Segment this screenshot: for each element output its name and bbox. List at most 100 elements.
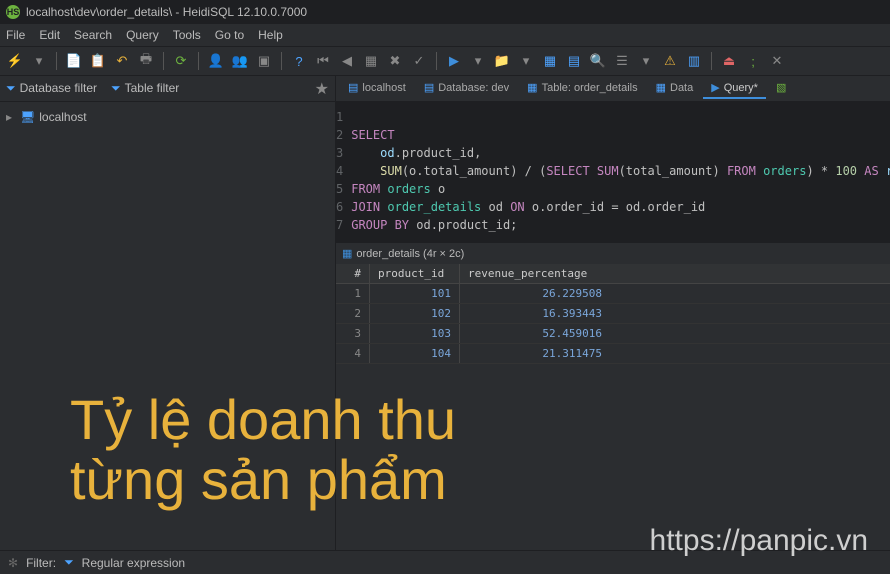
zoom-icon[interactable]: 🔍 bbox=[589, 52, 607, 70]
tab-database[interactable]: ▤Database: dev bbox=[416, 78, 517, 99]
db-icon: ▤ bbox=[424, 81, 434, 94]
close-icon[interactable]: ✕ bbox=[768, 52, 786, 70]
folder-icon[interactable]: 📁 bbox=[493, 52, 511, 70]
user-icon[interactable]: 👤 bbox=[207, 52, 225, 70]
data-icon: ▦ bbox=[656, 81, 666, 94]
tab-query[interactable]: ▶Query* bbox=[703, 78, 766, 99]
add-tab-icon: ▧ bbox=[776, 81, 786, 94]
cell-revenue[interactable]: 21.311475 bbox=[460, 344, 610, 363]
filter-bar: ⏷Database filter ⏷Table filter ★ bbox=[0, 76, 335, 102]
table-row[interactable]: 110126.229508 bbox=[336, 284, 890, 304]
window-icon[interactable]: ▣ bbox=[255, 52, 273, 70]
tab-new[interactable]: ▧ bbox=[768, 78, 794, 99]
menu-search[interactable]: Search bbox=[74, 28, 112, 42]
list-icon[interactable]: ☰ bbox=[613, 52, 631, 70]
tab-host[interactable]: ▤localhost bbox=[340, 78, 414, 99]
grid-header: # product_id revenue_percentage bbox=[336, 264, 890, 284]
statusbar: ✻ Filter: ⏷ Regular expression bbox=[0, 550, 890, 574]
regex-label[interactable]: Regular expression bbox=[82, 556, 185, 570]
menubar: File Edit Search Query Tools Go to Help bbox=[0, 24, 890, 46]
app-icon: HS bbox=[6, 5, 20, 19]
cell-product-id[interactable]: 103 bbox=[370, 324, 460, 343]
tree-node-label: localhost bbox=[39, 110, 86, 124]
sql-editor[interactable]: 1 2 3 4 5 6 7 SELECT od.product_id, SUM(… bbox=[336, 102, 890, 242]
menu-help[interactable]: Help bbox=[258, 28, 283, 42]
tab-data[interactable]: ▦Data bbox=[648, 78, 702, 99]
cell-index: 4 bbox=[336, 344, 370, 363]
folder-dropdown-icon[interactable]: ▾ bbox=[517, 52, 535, 70]
cell-index: 3 bbox=[336, 324, 370, 343]
filter-icon: ⏷ bbox=[6, 81, 16, 95]
right-panel: ▤localhost ▤Database: dev ▦Table: order_… bbox=[336, 76, 890, 550]
undo-icon[interactable]: ↶ bbox=[113, 52, 131, 70]
cell-product-id[interactable]: 102 bbox=[370, 304, 460, 323]
prev-icon[interactable]: ◀ bbox=[338, 52, 356, 70]
result-tab[interactable]: ▦ order_details (4r × 2c) bbox=[336, 242, 890, 264]
form-icon[interactable]: ▤ bbox=[565, 52, 583, 70]
calendar-icon[interactable]: ▥ bbox=[685, 52, 703, 70]
menu-goto[interactable]: Go to bbox=[215, 28, 244, 42]
copy-icon[interactable]: 📋 bbox=[89, 52, 107, 70]
result-icon: ▦ bbox=[342, 247, 352, 260]
warning-icon[interactable]: ⚠ bbox=[661, 52, 679, 70]
cell-product-id[interactable]: 101 bbox=[370, 284, 460, 303]
line-gutter: 1 2 3 4 5 6 7 bbox=[336, 108, 351, 236]
window-title: localhost\dev\order_details\ - HeidiSQL … bbox=[26, 5, 307, 19]
new-icon[interactable]: 📄 bbox=[65, 52, 83, 70]
snowflake-icon[interactable]: ✻ bbox=[8, 556, 18, 570]
print-icon[interactable]: 🖶 bbox=[137, 52, 155, 70]
filter-icon: ⏷ bbox=[111, 81, 121, 95]
semicolon-icon[interactable]: ; bbox=[744, 52, 762, 70]
left-panel: ⏷Database filter ⏷Table filter ★ ▸ 🖥 loc… bbox=[0, 76, 336, 550]
col-revenue-pct[interactable]: revenue_percentage bbox=[460, 264, 610, 283]
main-area: ⏷Database filter ⏷Table filter ★ ▸ 🖥 loc… bbox=[0, 76, 890, 550]
result-grid[interactable]: # product_id revenue_percentage 110126.2… bbox=[336, 264, 890, 364]
favorite-icon[interactable]: ★ bbox=[315, 79, 329, 99]
dropdown-icon[interactable]: ▾ bbox=[30, 52, 48, 70]
tab-bar: ▤localhost ▤Database: dev ▦Table: order_… bbox=[336, 76, 890, 102]
check-icon[interactable]: ✓ bbox=[410, 52, 428, 70]
grid-icon[interactable]: ▦ bbox=[541, 52, 559, 70]
table-row[interactable]: 310352.459016 bbox=[336, 324, 890, 344]
tab-table[interactable]: ▦Table: order_details bbox=[519, 78, 645, 99]
filter-label: Filter: bbox=[26, 556, 56, 570]
first-icon[interactable]: ⏮ bbox=[314, 52, 332, 70]
stop-icon[interactable]: ✖ bbox=[386, 52, 404, 70]
table-row[interactable]: 210216.393443 bbox=[336, 304, 890, 324]
server-icon: 🖥 bbox=[20, 110, 35, 124]
cell-product-id[interactable]: 104 bbox=[370, 344, 460, 363]
object-tree[interactable]: ▸ 🖥 localhost bbox=[0, 102, 335, 550]
cell-revenue[interactable]: 52.459016 bbox=[460, 324, 610, 343]
cell-revenue[interactable]: 26.229508 bbox=[460, 284, 610, 303]
menu-tools[interactable]: Tools bbox=[173, 28, 201, 42]
table-filter[interactable]: ⏷Table filter bbox=[111, 81, 179, 96]
expand-icon[interactable]: ▸ bbox=[6, 110, 16, 124]
next-table-icon[interactable]: ▦ bbox=[362, 52, 380, 70]
users-icon[interactable]: 👥 bbox=[231, 52, 249, 70]
filter-funnel-icon[interactable]: ⏷ bbox=[64, 555, 74, 570]
cell-revenue[interactable]: 16.393443 bbox=[460, 304, 610, 323]
col-index[interactable]: # bbox=[336, 264, 370, 283]
menu-file[interactable]: File bbox=[6, 28, 25, 42]
dropdown2-icon[interactable]: ▾ bbox=[637, 52, 655, 70]
exit-icon[interactable]: ⏏ bbox=[720, 52, 738, 70]
help-icon[interactable]: ? bbox=[290, 52, 308, 70]
cell-index: 1 bbox=[336, 284, 370, 303]
result-title: order_details (4r × 2c) bbox=[356, 248, 464, 260]
host-icon: ▤ bbox=[348, 81, 358, 94]
table-row[interactable]: 410421.311475 bbox=[336, 344, 890, 364]
run-icon[interactable]: ▶ bbox=[445, 52, 463, 70]
code-area[interactable]: SELECT od.product_id, SUM(o.total_amount… bbox=[351, 108, 890, 236]
query-icon: ▶ bbox=[711, 81, 719, 94]
toolbar: ⚡ ▾ 📄 📋 ↶ 🖶 ⟳ 👤 👥 ▣ ? ⏮ ◀ ▦ ✖ ✓ ▶ ▾ 📁 ▾ … bbox=[0, 46, 890, 76]
run-dropdown-icon[interactable]: ▾ bbox=[469, 52, 487, 70]
cell-index: 2 bbox=[336, 304, 370, 323]
menu-edit[interactable]: Edit bbox=[39, 28, 60, 42]
connect-icon[interactable]: ⚡ bbox=[6, 52, 24, 70]
refresh-icon[interactable]: ⟳ bbox=[172, 52, 190, 70]
db-filter[interactable]: ⏷Database filter bbox=[6, 81, 97, 96]
col-product-id[interactable]: product_id bbox=[370, 264, 460, 283]
tree-node-localhost[interactable]: ▸ 🖥 localhost bbox=[6, 108, 329, 126]
table-icon: ▦ bbox=[527, 81, 537, 94]
menu-query[interactable]: Query bbox=[126, 28, 159, 42]
